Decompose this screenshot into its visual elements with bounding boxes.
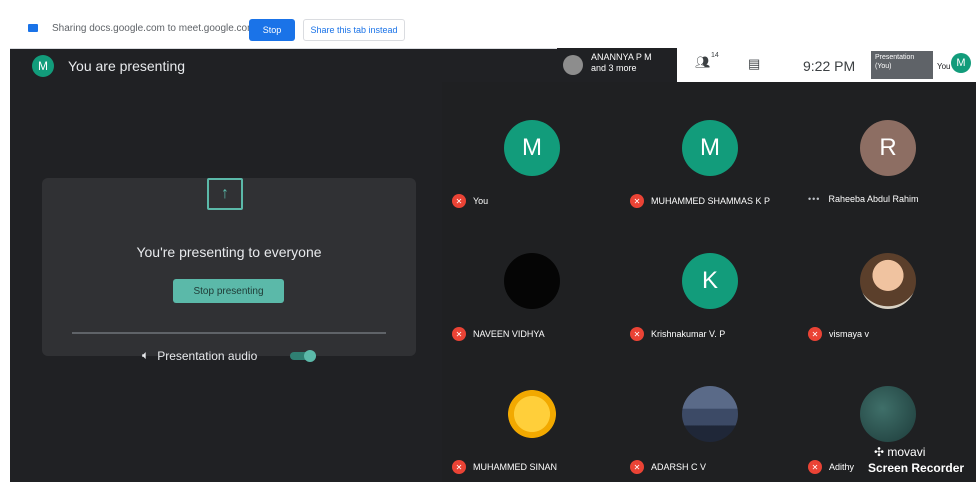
participant-name: Adithy [829,462,855,472]
movavi-logo: ✣ movavi [874,445,926,459]
screen-share-bar: Sharing docs.google.com to meet.google.c… [10,10,976,49]
participant-name: You [473,196,489,206]
participant-label: ✕ MUHAMMED SINAN [452,460,557,474]
participant-tile[interactable]: ✕ ADARSH C V [620,348,798,481]
people-count: 14 [711,52,719,59]
participant-tile[interactable]: M ✕ MUHAMMED SHAMMAS K P [620,82,798,215]
sharing-status-text: Sharing docs.google.com to meet.google.c… [52,23,256,34]
screen-share-icon [28,24,38,32]
chat-icon[interactable]: ▤ [748,56,760,72]
participant-label: ✕ vismaya v [808,327,869,341]
mic-off-icon: ✕ [452,327,466,341]
participant-tile[interactable]: K ✕ Krishnakumar V. P [620,215,798,348]
presentation-thumbnail[interactable]: Presentation (You) [871,51,933,79]
mic-off-icon: ✕ [630,460,644,474]
meeting-clock: 9:22 PM [803,58,856,74]
participant-photo [860,386,916,442]
participant-photo [682,386,738,442]
participant-photo [860,253,916,309]
participant-label: ✕ You [452,194,488,208]
self-avatar[interactable]: M [951,53,971,73]
participant-label: ••• Raheeba Abdul Rahim [808,194,919,204]
viewer-text: ANANNYA P M and 3 more [591,52,652,74]
meet-window: Sharing docs.google.com to meet.google.c… [10,10,976,482]
presenting-title: You are presenting [68,58,186,74]
participant-label: ✕ MUHAMMED SHAMMAS K P [630,194,770,208]
participant-grid: M ✕ You M ✕ MUHAMMED SHAMMAS K P R ••• R… [442,82,976,482]
speaker-icon: 🔈︎ [142,348,150,362]
stop-sharing-button[interactable]: Stop [249,19,295,41]
presenting-card: ↑ You're presenting to everyone Stop pre… [42,178,416,356]
participant-name: vismaya v [829,329,870,339]
viewer-indicator[interactable]: ANANNYA P M and 3 more [557,48,677,82]
mic-off-icon: ✕ [630,194,644,208]
presentation-audio-row: 🔈︎ Presentation audio [142,348,257,363]
mic-off-icon: ✕ [452,460,466,474]
participant-name: Krishnakumar V. P [651,329,726,339]
participant-avatar: K [682,253,738,309]
participant-avatar: R [860,120,916,176]
viewer-avatar [563,55,583,75]
viewer-more: and 3 more [591,63,637,73]
recorder-watermark: ✣ movavi Screen Recorder [866,442,976,482]
mic-off-icon: ✕ [630,327,644,341]
self-you-label: You [937,62,951,71]
participant-name: ADARSH C V [651,462,707,472]
participant-name: MUHAMMED SINAN [473,462,558,472]
participant-label: ✕ Adithy [808,460,854,474]
presentation-audio-label: Presentation audio [157,348,258,363]
participant-name: MUHAMMED SHAMMAS K P [651,196,771,206]
participant-label: ✕ ADARSH C V [630,460,706,474]
participant-name: Raheeba Abdul Rahim [828,194,919,204]
mic-off-icon: ✕ [808,327,822,341]
presentation-audio-toggle[interactable] [290,350,316,362]
participant-avatar [504,253,560,309]
toggle-knob [304,350,316,362]
present-upload-icon: ↑ [207,178,243,210]
participant-tile[interactable]: ✕ vismaya v [798,215,976,348]
participant-label: ✕ NAVEEN VIDHYA [452,327,545,341]
presenting-header: M You are presenting [32,54,185,78]
participant-tile[interactable]: ✕ MUHAMMED SINAN [442,348,620,481]
participant-avatar: M [504,120,560,176]
participant-label: ✕ Krishnakumar V. P [630,327,725,341]
participant-tile[interactable]: ✕ NAVEEN VIDHYA [442,215,620,348]
participant-photo [504,386,560,442]
people-icon[interactable]: 👥︎ [695,55,710,69]
presenter-avatar: M [32,55,54,77]
meeting-top-strip: ANANNYA P M and 3 more 👥︎ 14 ▤ 9:22 PM P… [557,48,976,82]
participant-name: NAVEEN VIDHYA [473,329,545,339]
stop-presenting-button[interactable]: Stop presenting [173,279,284,303]
card-divider [72,332,386,334]
share-this-tab-button[interactable]: Share this tab instead [303,19,405,41]
participant-avatar: M [682,120,738,176]
participant-tile[interactable]: R ••• Raheeba Abdul Rahim [798,82,976,215]
presenting-message: You're presenting to everyone [136,244,322,260]
participant-tile[interactable]: M ✕ You [442,82,620,215]
more-options-icon[interactable]: ••• [808,194,820,204]
watermark-text: Screen Recorder [868,461,965,475]
viewer-name: ANANNYA P M [591,52,652,62]
mic-off-icon: ✕ [808,460,822,474]
mic-off-icon: ✕ [452,194,466,208]
